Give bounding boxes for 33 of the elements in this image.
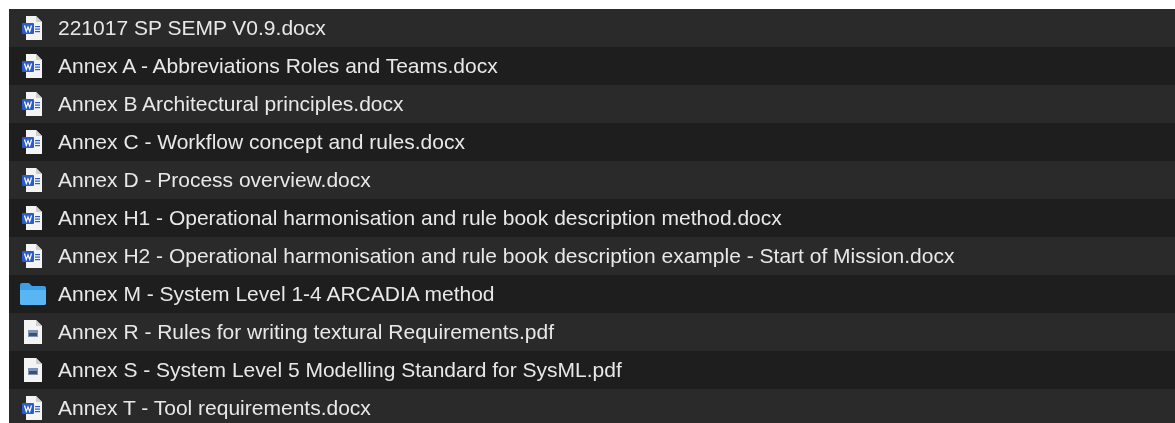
file-row[interactable]: 221017 SP SEMP V0.9.docx [9,9,1175,47]
file-row[interactable]: Annex H2 - Operational harmonisation and rule book description example - Start of Mission.docx [9,237,1175,275]
document-icon [22,395,44,421]
folder-icon [19,282,47,306]
document-icon [22,243,44,269]
file-name: Annex B Architectural principles.docx [58,91,404,118]
file-name: Annex C - Workflow concept and rules.docx [58,129,465,156]
file-row[interactable]: Annex M - System Level 1-4 ARCADIA method [9,275,1175,313]
file-row[interactable]: Annex B Architectural principles.docx [9,85,1175,123]
file-name: Annex H1 - Operational harmonisation and rule book description method.docx [58,205,782,232]
file-name: Annex S - System Level 5 Modelling Standard for SysML.pdf [58,357,622,384]
document-icon [22,15,44,41]
pdf-document-icon [22,319,44,345]
file-name: Annex M - System Level 1-4 ARCADIA method [58,281,495,308]
file-row[interactable]: Annex D - Process overview.docx [9,161,1175,199]
file-row[interactable]: Annex A - Abbreviations Roles and Teams.docx [9,47,1175,85]
file-name: Annex H2 - Operational harmonisation and rule book description example - Start of Mission.docx [58,243,955,270]
document-icon [22,129,44,155]
document-icon [22,53,44,79]
file-name: Annex D - Process overview.docx [58,167,371,194]
file-row[interactable]: Annex H1 - Operational harmonisation and rule book description method.docx [9,199,1175,237]
file-row[interactable]: Annex R - Rules for writing textural Requirements.pdf [9,313,1175,351]
document-icon [22,205,44,231]
document-icon [22,91,44,117]
file-name: Annex T - Tool requirements.docx [58,395,371,422]
file-row[interactable]: Annex C - Workflow concept and rules.docx [9,123,1175,161]
file-name: Annex A - Abbreviations Roles and Teams.docx [58,53,498,80]
file-row[interactable]: Annex S - System Level 5 Modelling Standard for SysML.pdf [9,351,1175,389]
file-name: 221017 SP SEMP V0.9.docx [58,15,326,42]
file-name: Annex R - Rules for writing textural Requirements.pdf [58,319,555,346]
document-icon [22,167,44,193]
pdf-document-icon [22,357,44,383]
file-row[interactable]: Annex T - Tool requirements.docx [9,389,1175,423]
